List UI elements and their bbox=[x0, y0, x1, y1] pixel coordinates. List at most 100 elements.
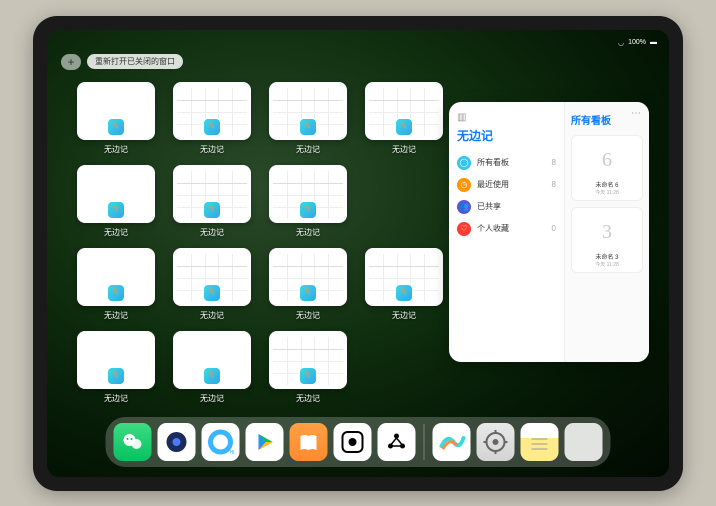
window-label: 无边记 bbox=[392, 310, 416, 321]
window-label: 无边记 bbox=[296, 393, 320, 404]
slideover-panel: ⋯ ▥ 无边记 ◯ 所有看板 8 ◷ 最近使用 8 👥 已共享 ♡ 个人收藏 0 所有看板 6 未命名… bbox=[449, 102, 649, 362]
sidebar-item[interactable]: ♡ 个人收藏 0 bbox=[457, 218, 556, 240]
app-badge-icon bbox=[107, 284, 125, 302]
window-card[interactable]: 无边记 bbox=[75, 165, 157, 238]
app-badge-icon bbox=[299, 201, 317, 219]
window-label: 无边记 bbox=[200, 393, 224, 404]
window-card[interactable]: 无边记 bbox=[267, 331, 349, 404]
window-label: 无边记 bbox=[296, 227, 320, 238]
window-label: 无边记 bbox=[104, 144, 128, 155]
window-card[interactable]: 无边记 bbox=[171, 331, 253, 404]
window-thumb bbox=[365, 82, 443, 140]
window-thumb bbox=[365, 248, 443, 306]
app-badge-icon bbox=[299, 118, 317, 136]
sidebar-item-icon: ◯ bbox=[457, 156, 471, 170]
window-card[interactable]: 无边记 bbox=[267, 165, 349, 238]
wechat-icon[interactable] bbox=[114, 423, 152, 461]
app-badge-icon bbox=[395, 284, 413, 302]
ipad-frame: ◡ 100% ▬ + 重新打开已关闭的窗口 无边记无边记无边记无边记无边记无边记… bbox=[33, 16, 683, 491]
window-thumb bbox=[173, 248, 251, 306]
sidebar-item[interactable]: ◷ 最近使用 8 bbox=[457, 174, 556, 196]
sidebar-item-label: 所有看板 bbox=[477, 157, 509, 168]
play-icon[interactable] bbox=[246, 423, 284, 461]
board-label: 未命名 3 bbox=[576, 252, 638, 261]
sidebar-item-count: 8 bbox=[552, 180, 556, 189]
app-badge-icon bbox=[203, 367, 221, 385]
window-card[interactable]: 无边记 bbox=[171, 165, 253, 238]
window-thumb bbox=[77, 331, 155, 389]
window-card[interactable]: 无边记 bbox=[267, 248, 349, 321]
window-thumb bbox=[269, 82, 347, 140]
board-card[interactable]: 6未命名 6今天 11:28 bbox=[571, 135, 643, 201]
svg-text:HD: HD bbox=[230, 450, 235, 456]
dice-icon[interactable] bbox=[334, 423, 372, 461]
panel-app-title: 无边记 bbox=[457, 127, 556, 144]
window-card[interactable]: 无边记 bbox=[75, 331, 157, 404]
dock-separator bbox=[424, 424, 425, 460]
sidebar-item-label: 已共享 bbox=[477, 201, 501, 212]
app-library-icon[interactable] bbox=[565, 423, 603, 461]
panel-more-icon[interactable]: ⋯ bbox=[631, 108, 641, 119]
panel-content: 所有看板 6未命名 6今天 11:283未命名 3今天 11:28 bbox=[565, 102, 649, 362]
window-label: 无边记 bbox=[104, 310, 128, 321]
app-badge-icon bbox=[299, 367, 317, 385]
window-card[interactable]: 无边记 bbox=[267, 82, 349, 155]
app-badge-icon bbox=[107, 118, 125, 136]
window-card[interactable]: 无边记 bbox=[363, 82, 445, 155]
top-controls: + 重新打开已关闭的窗口 bbox=[61, 54, 183, 70]
app-badge-icon bbox=[299, 284, 317, 302]
window-card[interactable]: 无边记 bbox=[363, 248, 445, 321]
board-date: 今天 11:28 bbox=[576, 189, 638, 196]
sidebar-item-icon: ◷ bbox=[457, 178, 471, 192]
panel-sidebar: ▥ 无边记 ◯ 所有看板 8 ◷ 最近使用 8 👥 已共享 ♡ 个人收藏 0 bbox=[449, 102, 565, 362]
app-badge-icon bbox=[203, 201, 221, 219]
window-thumb bbox=[173, 165, 251, 223]
window-thumb bbox=[173, 82, 251, 140]
sidebar-item[interactable]: 👥 已共享 bbox=[457, 196, 556, 218]
window-card[interactable]: 无边记 bbox=[75, 248, 157, 321]
window-thumb bbox=[173, 331, 251, 389]
ipad-screen: ◡ 100% ▬ + 重新打开已关闭的窗口 无边记无边记无边记无边记无边记无边记… bbox=[47, 30, 669, 477]
sidebar-item[interactable]: ◯ 所有看板 8 bbox=[457, 152, 556, 174]
board-card[interactable]: 3未命名 3今天 11:28 bbox=[571, 207, 643, 273]
window-label: 无边记 bbox=[296, 144, 320, 155]
window-card[interactable]: 无边记 bbox=[171, 248, 253, 321]
window-label: 无边记 bbox=[104, 227, 128, 238]
books-icon[interactable] bbox=[290, 423, 328, 461]
window-card[interactable]: 无边记 bbox=[75, 82, 157, 155]
window-card[interactable]: 无边记 bbox=[171, 82, 253, 155]
app-badge-icon bbox=[107, 201, 125, 219]
board-sketch: 6 bbox=[576, 144, 638, 178]
windows-area: 无边记无边记无边记无边记无边记无边记无边记无边记无边记无边记无边记无边记无边记无… bbox=[75, 82, 445, 404]
window-thumb bbox=[269, 331, 347, 389]
status-bar: ◡ 100% ▬ bbox=[47, 36, 669, 50]
freeform-icon[interactable] bbox=[433, 423, 471, 461]
dock: HD bbox=[106, 417, 611, 467]
new-window-button[interactable]: + bbox=[61, 54, 81, 70]
sidebar-item-count: 0 bbox=[552, 224, 556, 233]
window-label: 无边记 bbox=[200, 310, 224, 321]
window-thumb bbox=[77, 82, 155, 140]
reopen-closed-window-button[interactable]: 重新打开已关闭的窗口 bbox=[87, 54, 183, 69]
window-label: 无边记 bbox=[104, 393, 128, 404]
sidebar-item-label: 最近使用 bbox=[477, 179, 509, 190]
cluster-icon[interactable] bbox=[378, 423, 416, 461]
sidebar-item-label: 个人收藏 bbox=[477, 223, 509, 234]
window-label: 无边记 bbox=[200, 227, 224, 238]
window-thumb bbox=[77, 248, 155, 306]
window-thumb bbox=[269, 165, 347, 223]
window-thumb bbox=[269, 248, 347, 306]
window-label: 无边记 bbox=[200, 144, 224, 155]
notes-icon[interactable] bbox=[521, 423, 559, 461]
app-badge-icon bbox=[107, 367, 125, 385]
sidebar-item-icon: ♡ bbox=[457, 222, 471, 236]
settings-icon[interactable] bbox=[477, 423, 515, 461]
sidebar-item-count: 8 bbox=[552, 158, 556, 167]
battery-label: 100% bbox=[628, 39, 646, 46]
sidebar-item-icon: 👥 bbox=[457, 200, 471, 214]
status-right: ◡ 100% ▬ bbox=[618, 39, 657, 47]
qq-dark-icon[interactable] bbox=[158, 423, 196, 461]
app-badge-icon bbox=[203, 118, 221, 136]
sidebar-collapse-icon[interactable]: ▥ bbox=[457, 112, 556, 123]
qq-light-icon[interactable]: HD bbox=[202, 423, 240, 461]
